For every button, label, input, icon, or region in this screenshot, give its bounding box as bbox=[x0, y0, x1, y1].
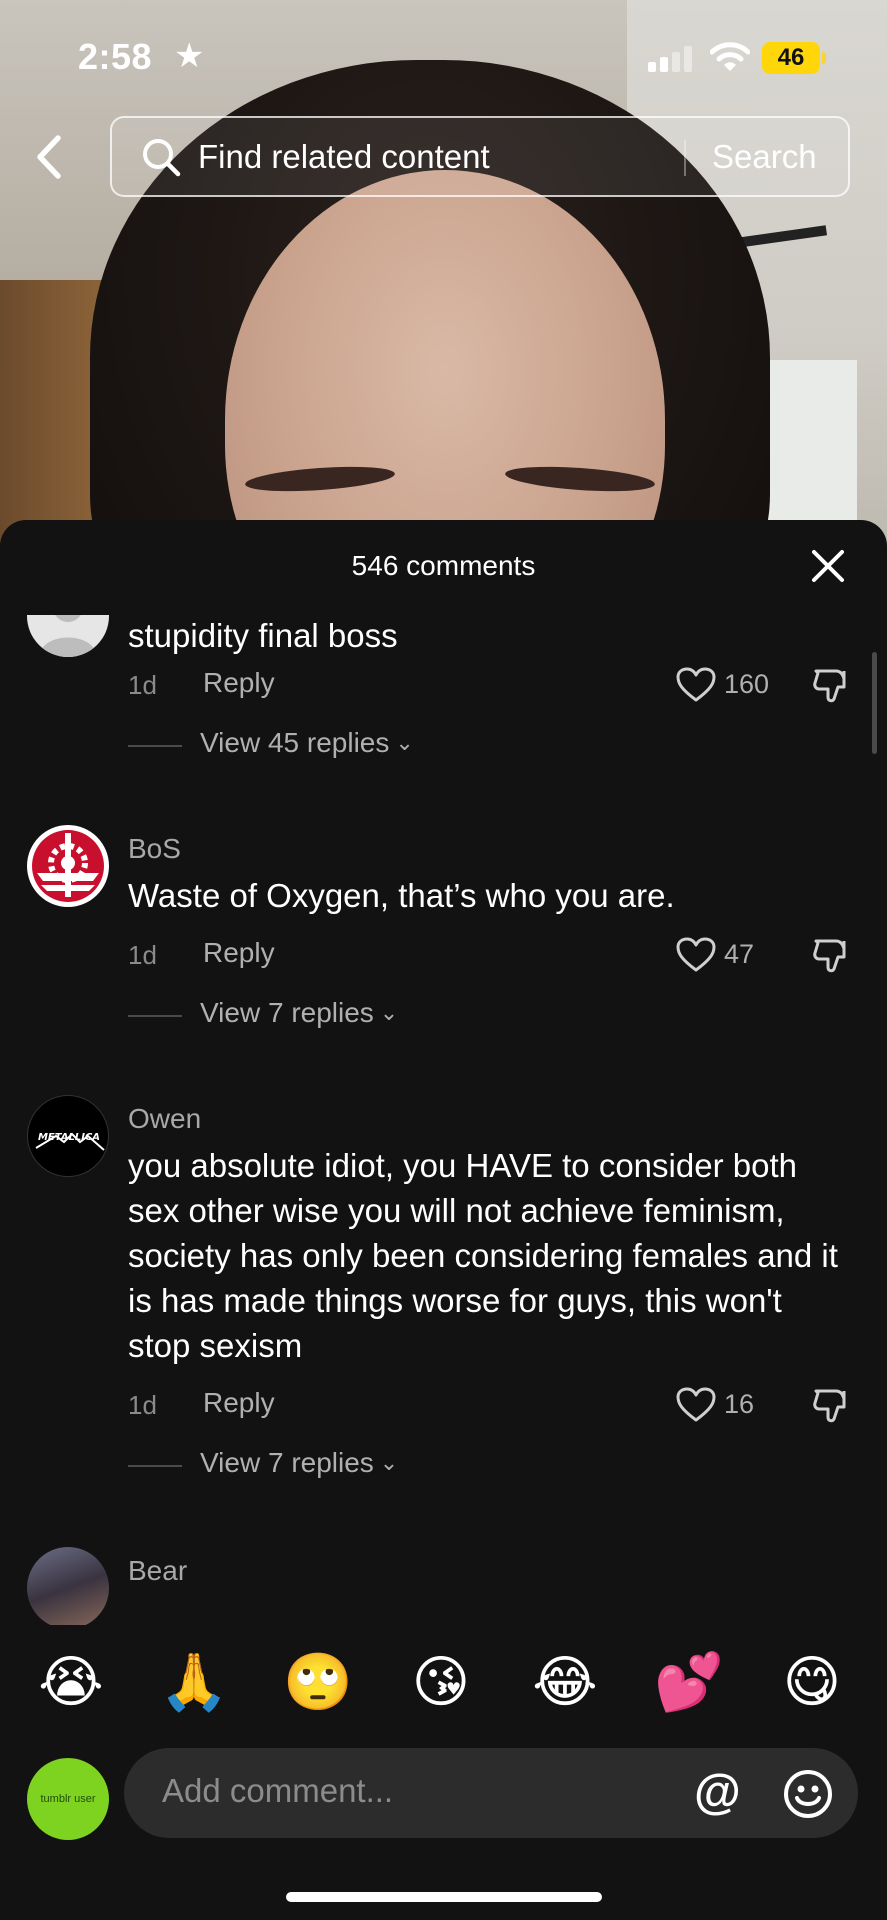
mention-icon[interactable]: @ bbox=[694, 1766, 741, 1820]
chevron-down-icon: ⌄ bbox=[379, 1000, 399, 1025]
replies-divider bbox=[128, 1015, 182, 1017]
status-bar: 2:58 ★ 46 bbox=[0, 0, 887, 110]
comment-author[interactable]: BoS bbox=[128, 833, 181, 865]
view-replies-label: View 7 replies bbox=[200, 1447, 374, 1478]
status-time: 2:58 bbox=[78, 36, 153, 77]
comment-author[interactable]: Owen bbox=[128, 1103, 201, 1135]
emoji-loudly-crying[interactable]: 😭 bbox=[36, 1648, 106, 1718]
like-count: 160 bbox=[724, 669, 770, 699]
view-replies-link[interactable]: View 7 replies ⌄ bbox=[200, 997, 398, 1029]
view-replies-label: View 7 replies bbox=[200, 997, 374, 1028]
emoji-kiss[interactable]: 😘 bbox=[406, 1648, 476, 1718]
comment-author[interactable]: Bear bbox=[128, 1555, 187, 1587]
wifi-icon bbox=[710, 42, 750, 71]
chevron-down-icon: ⌄ bbox=[395, 730, 414, 755]
close-icon[interactable] bbox=[808, 546, 848, 586]
add-comment-input[interactable]: Add comment... @ bbox=[124, 1748, 858, 1838]
comments-list: stupidity final boss 1d Reply 160 View 4… bbox=[0, 615, 887, 1625]
replies-divider bbox=[128, 1465, 182, 1467]
comments-sheet: 546 comments stupidity final boss 1d Rep… bbox=[0, 520, 887, 1920]
search-bar[interactable]: Find related content Search bbox=[110, 116, 850, 197]
chevron-down-icon: ⌄ bbox=[379, 1450, 399, 1475]
emoji-two-hearts[interactable]: 💕 bbox=[654, 1648, 724, 1718]
view-replies-link[interactable]: View 45 replies ⌄ bbox=[200, 727, 414, 759]
comment-age: 1d bbox=[128, 670, 157, 700]
comment-age: 1d bbox=[128, 1390, 157, 1420]
reply-button[interactable]: Reply bbox=[203, 1387, 275, 1419]
emoji-tears-of-joy[interactable]: 😂 bbox=[530, 1648, 600, 1718]
emoji-quick-bar: 😭 🙏 🙄 😘 😂 💕 😋 bbox=[0, 1648, 887, 1728]
reply-button[interactable]: Reply bbox=[203, 937, 275, 969]
battery-level: 46 bbox=[777, 44, 805, 71]
comments-count-title: 546 comments bbox=[351, 550, 536, 581]
avatar-photo[interactable] bbox=[27, 1547, 109, 1625]
comment-composer: tumblr user Add comment... @ bbox=[0, 1748, 887, 1858]
avatar-metallica-logo[interactable]: METALLICA bbox=[27, 1095, 109, 1177]
view-replies-link[interactable]: View 7 replies ⌄ bbox=[200, 1447, 398, 1479]
my-avatar[interactable]: tumblr user bbox=[27, 1758, 109, 1840]
search-icon bbox=[143, 139, 181, 177]
search-button[interactable]: Search bbox=[712, 138, 817, 176]
replies-divider bbox=[128, 745, 182, 747]
thumbs-down-icon[interactable] bbox=[812, 1385, 852, 1425]
like-count: 16 bbox=[724, 1389, 755, 1419]
thumbs-down-icon[interactable] bbox=[812, 665, 852, 705]
avatar-default[interactable] bbox=[27, 615, 109, 657]
add-comment-placeholder: Add comment... bbox=[162, 1772, 394, 1809]
back-arrow-icon[interactable] bbox=[30, 130, 70, 184]
emoji-folded-hands[interactable]: 🙏 bbox=[159, 1648, 229, 1718]
view-replies-label: View 45 replies bbox=[200, 727, 390, 758]
avatar-brotherhood-emblem[interactable] bbox=[27, 825, 109, 907]
search-input[interactable]: Find related content bbox=[198, 138, 490, 176]
heart-icon[interactable] bbox=[676, 667, 716, 703]
comment-text: Waste of Oxygen, that’s who you are. bbox=[128, 877, 675, 914]
emoji-picker-icon[interactable] bbox=[782, 1768, 834, 1820]
search-divider bbox=[684, 140, 686, 176]
comment-text: stupidity final boss bbox=[128, 617, 398, 654]
star-icon: ★ bbox=[174, 37, 205, 75]
heart-icon[interactable] bbox=[676, 1387, 716, 1423]
avatar-text: METALLICA bbox=[38, 1132, 100, 1143]
like-count: 47 bbox=[724, 939, 755, 969]
comment-text: you absolute idiot, you HAVE to consider… bbox=[128, 1147, 838, 1364]
cellular-signal-icon bbox=[648, 46, 692, 72]
emoji-yum[interactable]: 😋 bbox=[777, 1648, 847, 1718]
reply-button[interactable]: Reply bbox=[203, 667, 275, 699]
emoji-eye-roll[interactable]: 🙄 bbox=[283, 1648, 353, 1718]
heart-icon[interactable] bbox=[676, 937, 716, 973]
comment-age: 1d bbox=[128, 940, 157, 970]
home-indicator[interactable] bbox=[286, 1892, 602, 1902]
thumbs-down-icon[interactable] bbox=[812, 935, 852, 975]
battery-icon: 46 bbox=[762, 42, 826, 74]
